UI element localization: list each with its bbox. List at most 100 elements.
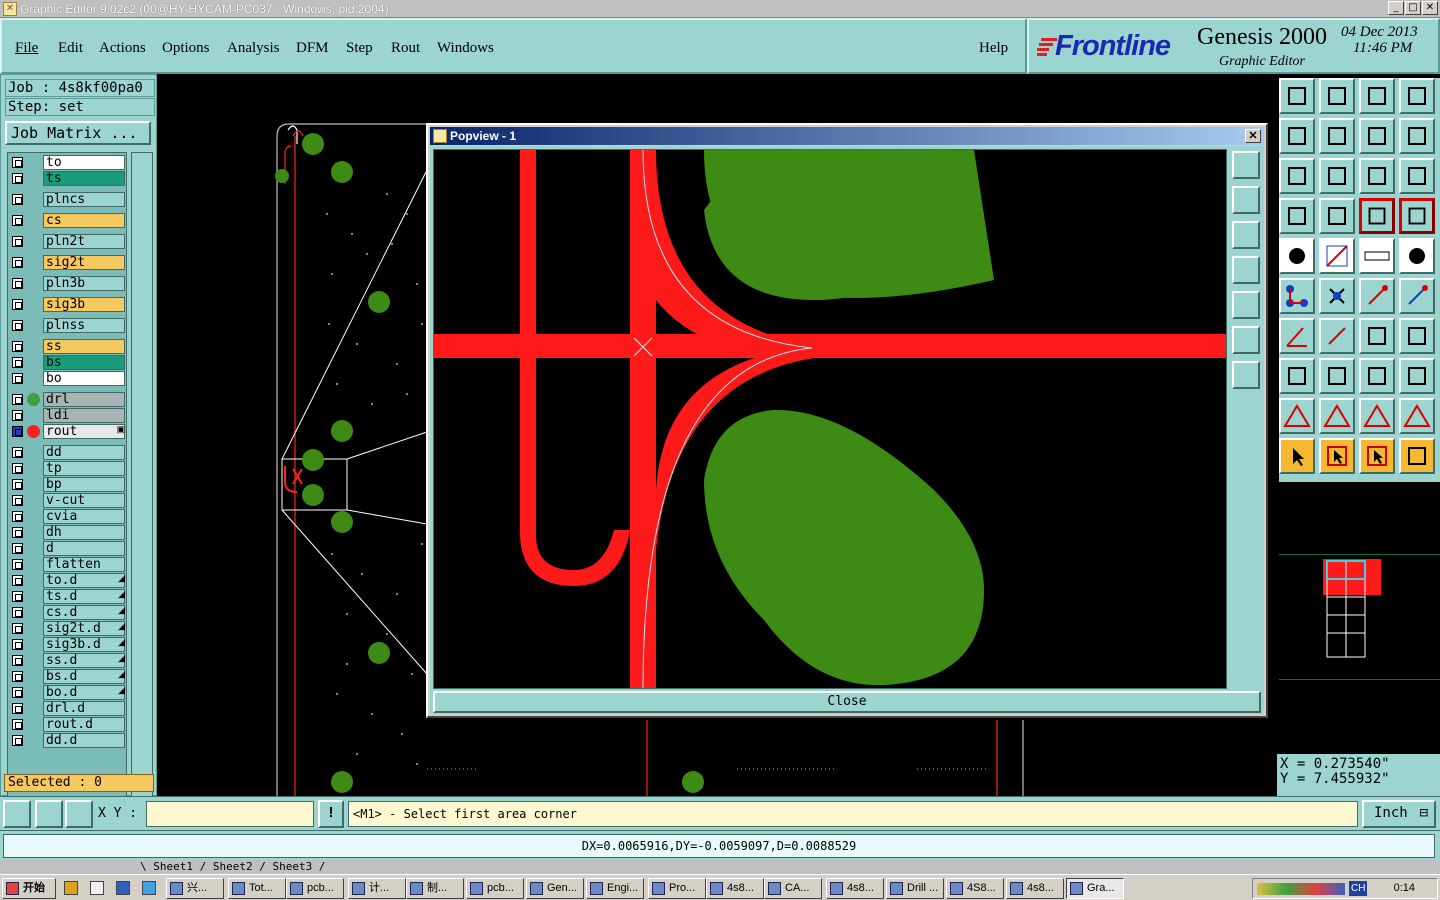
fit-all-button[interactable] — [1279, 158, 1315, 194]
home-view-button[interactable] — [1359, 78, 1395, 114]
units-selector[interactable]: Inch ⊟ — [1362, 800, 1436, 828]
layer-row-sig2t[interactable]: sig2t — [9, 255, 127, 270]
taskbar-item[interactable]: Pro... — [648, 878, 706, 899]
layer-row-ts-d[interactable]: ts.d ◢ — [9, 589, 127, 604]
layer-name[interactable]: ss — [43, 339, 125, 354]
layer-affected-checkbox[interactable] — [12, 463, 23, 474]
taskbar-item[interactable]: Tot... — [228, 878, 286, 899]
ime-indicator[interactable]: CH — [1349, 881, 1368, 896]
netlist-button[interactable] — [1399, 198, 1435, 234]
layer-name[interactable]: bo.d — [43, 685, 125, 700]
layer-row-ss[interactable]: ss — [9, 339, 127, 354]
taskbar-item[interactable]: 4s8... — [1006, 878, 1064, 899]
circle-button[interactable] — [1399, 238, 1435, 274]
layer-affected-checkbox[interactable] — [12, 575, 23, 586]
layer-affected-checkbox[interactable] — [12, 687, 23, 698]
menu-edit[interactable]: Edit — [58, 40, 83, 57]
layer-affected-checkbox[interactable] — [12, 495, 23, 506]
maximize-button[interactable]: □ — [1405, 1, 1421, 15]
layer-row-bs[interactable]: bs — [9, 355, 127, 370]
layer-name[interactable]: v-cut — [43, 493, 125, 508]
layer-name[interactable]: cvia — [43, 509, 125, 524]
taskbar-item[interactable]: 兴... — [166, 878, 224, 899]
step-overview-map[interactable] — [1279, 554, 1440, 680]
layer-name[interactable]: to.d — [43, 573, 125, 588]
move-point-button[interactable] — [1359, 278, 1395, 314]
layer-affected-checkbox[interactable] — [12, 479, 23, 490]
layer-affected-checkbox[interactable] — [12, 194, 23, 205]
layer-affected-checkbox[interactable] — [12, 559, 23, 570]
layer-row-flatten[interactable]: flatten — [9, 557, 127, 572]
snap-mode-button[interactable] — [3, 800, 31, 828]
popview-zoom-in-button[interactable] — [1232, 151, 1260, 179]
layer-row-cs[interactable]: cs — [9, 213, 127, 228]
delete-button[interactable] — [1319, 278, 1355, 314]
layer-name[interactable]: rout — [43, 424, 125, 439]
layer-name[interactable]: bs.d — [43, 669, 125, 684]
ruler-button[interactable] — [1359, 238, 1395, 274]
layer-row-dh[interactable]: dh — [9, 525, 127, 540]
layer-name[interactable]: cs — [43, 213, 125, 228]
properties-button[interactable] — [1279, 198, 1315, 234]
query-button[interactable] — [1399, 158, 1435, 194]
layer-row-dd[interactable]: dd — [9, 445, 127, 460]
zoom-in-button[interactable] — [1319, 78, 1355, 114]
menu-options[interactable]: Options — [162, 40, 210, 57]
layer-row-dd-d[interactable]: dd.d — [9, 733, 127, 748]
layer-name[interactable]: to — [43, 155, 125, 170]
layer-row-drl[interactable]: drl — [9, 392, 127, 407]
layer-name[interactable]: ldi — [43, 408, 125, 423]
popview-fit-button[interactable] — [1232, 326, 1260, 354]
layer-list-scrollbar[interactable] — [131, 152, 153, 826]
layer-name[interactable]: d — [43, 541, 125, 556]
quick-launch-icon[interactable] — [142, 881, 156, 895]
layer-name[interactable]: plnss — [43, 318, 125, 333]
minimize-button[interactable]: _ — [1388, 1, 1404, 15]
layer-name[interactable]: ss.d — [43, 653, 125, 668]
layer-row-bs-d[interactable]: bs.d ◢ — [9, 669, 127, 684]
menu-dfm[interactable]: DFM — [296, 40, 329, 57]
layer-affected-checkbox[interactable] — [12, 591, 23, 602]
pad-button[interactable] — [1279, 238, 1315, 274]
layer-affected-checkbox[interactable] — [12, 671, 23, 682]
layer-name[interactable]: rout.d — [43, 717, 125, 732]
layer-affected-checkbox[interactable] — [12, 543, 23, 554]
layer-row-bp[interactable]: bp — [9, 477, 127, 492]
move-pointer-button[interactable] — [1359, 438, 1395, 474]
layer-affected-checkbox[interactable] — [12, 511, 23, 522]
layer-row-to[interactable]: to — [9, 155, 127, 170]
cycle-button[interactable] — [1399, 118, 1435, 154]
layer-name[interactable]: dd.d — [43, 733, 125, 748]
surface-button[interactable] — [1399, 398, 1435, 434]
angle-button[interactable] — [1279, 318, 1315, 354]
layer-name[interactable]: flatten — [43, 557, 125, 572]
layer-name[interactable]: ts.d — [43, 589, 125, 604]
center-view-button[interactable] — [1319, 158, 1355, 194]
popview-center-button[interactable] — [1232, 361, 1260, 389]
merge-button[interactable] — [1399, 318, 1435, 354]
layer-affected-checkbox[interactable] — [12, 236, 23, 247]
layer-row-ldi[interactable]: ldi — [9, 408, 127, 423]
sheet-tab-labels[interactable]: \ Sheet1 / Sheet2 / Sheet3 / — [140, 860, 325, 874]
layer-name[interactable]: ts — [43, 171, 125, 186]
grid-toggle-button[interactable] — [1319, 198, 1355, 234]
taskbar-item[interactable]: CA... — [764, 878, 822, 899]
layer-row-sig3b-d[interactable]: sig3b.d ◢ — [9, 637, 127, 652]
grid-button[interactable] — [65, 800, 93, 828]
layer-affected-checkbox[interactable] — [12, 639, 23, 650]
layer-name[interactable]: plncs — [43, 192, 125, 207]
taskbar-item[interactable]: 4s8... — [706, 878, 764, 899]
zoom-home-button[interactable] — [1279, 78, 1315, 114]
layer-affected-checkbox[interactable] — [12, 394, 23, 405]
layer-row-cvia[interactable]: cvia — [9, 509, 127, 524]
menu-windows[interactable]: Windows — [437, 40, 494, 57]
layer-affected-checkbox[interactable] — [12, 173, 23, 184]
layer-affected-checkbox[interactable] — [12, 527, 23, 538]
taskbar-item[interactable]: pcb... — [466, 878, 524, 899]
layer-affected-checkbox[interactable] — [12, 299, 23, 310]
taskbar-item[interactable]: 计... — [348, 878, 406, 899]
layer-row-v-cut[interactable]: v-cut — [9, 493, 127, 508]
arc-button[interactable] — [1359, 318, 1395, 354]
layer-name[interactable]: cs.d — [43, 605, 125, 620]
layer-row-tp[interactable]: tp — [9, 461, 127, 476]
